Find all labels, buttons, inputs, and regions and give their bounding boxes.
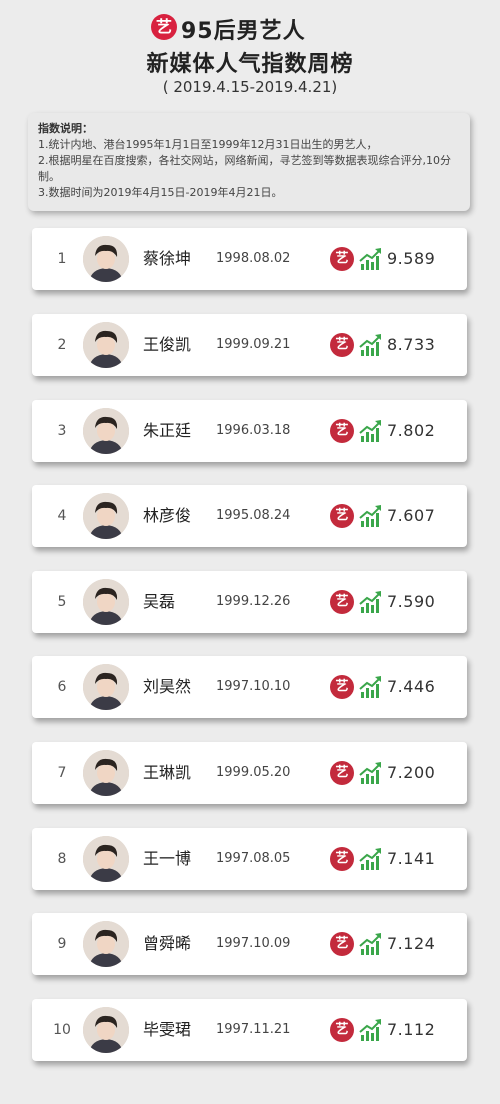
rank-number: 5	[57, 594, 67, 610]
birth-date: 1999.05.20	[216, 765, 291, 780]
description-line: 2.根据明星在百度搜索，各社交网站，网络新闻，寻艺签到等数据表现综合评分,10分…	[38, 154, 451, 183]
rank-number: 4	[57, 508, 67, 524]
ranking-row: 3 朱正廷 1996.03.18 艺 7.802	[32, 400, 467, 462]
yi-logo-icon: 艺	[151, 14, 177, 40]
rank-number: 8	[57, 851, 67, 867]
ranking-row: 6 刘昊然 1997.10.10 艺 7.446	[32, 656, 467, 718]
rank-number: 7	[57, 765, 67, 781]
score-value: 7.141	[387, 849, 436, 868]
birth-date: 1997.08.05	[216, 851, 291, 866]
description-box: 指数说明： 1.统计内地、港台1995年1月1日至1999年12月31日出生的男…	[28, 113, 470, 211]
rank-number: 10	[53, 1022, 71, 1038]
score-value: 9.589	[387, 249, 436, 268]
score-value: 7.802	[387, 421, 436, 440]
rank-number: 3	[57, 423, 67, 439]
person-avatar	[83, 322, 129, 368]
artist-name: 蔡徐坤	[143, 249, 192, 268]
artist-name: 林彦俊	[143, 506, 192, 525]
score-value: 8.733	[387, 335, 436, 354]
description-line: 1.统计内地、港台1995年1月1日至1999年12月31日出生的男艺人，	[38, 138, 378, 151]
person-avatar	[83, 750, 129, 796]
person-avatar	[83, 1007, 129, 1053]
description-title: 指数说明：	[38, 122, 93, 135]
page-title-line2: 新媒体人气指数周榜	[146, 52, 354, 77]
birth-date: 1997.10.10	[216, 679, 291, 694]
yi-logo-icon: 艺	[330, 333, 354, 357]
yi-logo-icon: 艺	[330, 761, 354, 785]
ranking-row: 10 毕雯珺 1997.11.21 艺 7.112	[32, 999, 467, 1061]
birth-date: 1995.08.24	[216, 508, 291, 523]
birth-date: 1998.08.02	[216, 251, 291, 266]
birth-date: 1999.09.21	[216, 337, 291, 352]
score-value: 7.446	[387, 677, 436, 696]
ranking-row: 9 曾舜晞 1997.10.09 艺 7.124	[32, 913, 467, 975]
rank-number: 9	[57, 936, 67, 952]
trend-chart-icon	[359, 932, 383, 956]
person-avatar	[83, 664, 129, 710]
artist-name: 王琳凯	[143, 763, 192, 782]
trend-chart-icon	[359, 590, 383, 614]
yi-logo-icon: 艺	[330, 847, 354, 871]
person-avatar	[83, 921, 129, 967]
trend-chart-icon	[359, 419, 383, 443]
rank-number: 2	[57, 337, 67, 353]
yi-logo-icon: 艺	[330, 247, 354, 271]
trend-chart-icon	[359, 333, 383, 357]
artist-name: 刘昊然	[143, 677, 192, 696]
yi-logo-icon: 艺	[330, 1018, 354, 1042]
birth-date: 1996.03.18	[216, 423, 291, 438]
person-avatar	[83, 408, 129, 454]
artist-name: 王俊凯	[143, 335, 192, 354]
score-value: 7.607	[387, 506, 436, 525]
trend-chart-icon	[359, 247, 383, 271]
trend-chart-icon	[359, 847, 383, 871]
date-range: ( 2019.4.15-2019.4.21)	[162, 78, 338, 96]
person-avatar	[83, 836, 129, 882]
artist-name: 吴磊	[143, 592, 176, 611]
trend-chart-icon	[359, 1018, 383, 1042]
ranking-row: 8 王一博 1997.08.05 艺 7.141	[32, 828, 467, 890]
yi-logo-icon: 艺	[330, 932, 354, 956]
page-title-line1: 95后男艺人	[181, 19, 306, 44]
person-avatar	[83, 493, 129, 539]
artist-name: 毕雯珺	[143, 1020, 192, 1039]
score-value: 7.112	[387, 1020, 436, 1039]
yi-logo-icon: 艺	[330, 675, 354, 699]
trend-chart-icon	[359, 761, 383, 785]
artist-name: 朱正廷	[143, 421, 192, 440]
score-value: 7.124	[387, 934, 436, 953]
artist-name: 王一博	[143, 849, 192, 868]
birth-date: 1997.11.21	[216, 1022, 291, 1037]
ranking-row: 1 蔡徐坤 1998.08.02 艺 9.589	[32, 228, 467, 290]
person-avatar	[83, 579, 129, 625]
ranking-row: 5 吴磊 1999.12.26 艺 7.590	[32, 571, 467, 633]
score-value: 7.590	[387, 592, 436, 611]
birth-date: 1997.10.09	[216, 936, 291, 951]
description-line: 3.数据时间为2019年4月15日-2019年4月21日。	[38, 186, 283, 199]
artist-name: 曾舜晞	[143, 934, 192, 953]
yi-logo-icon: 艺	[330, 504, 354, 528]
birth-date: 1999.12.26	[216, 594, 291, 609]
ranking-row: 7 王琳凯 1999.05.20 艺 7.200	[32, 742, 467, 804]
header: 艺 95后男艺人 新媒体人气指数周榜 ( 2019.4.15-2019.4.21…	[0, 0, 500, 104]
trend-chart-icon	[359, 675, 383, 699]
rank-number: 1	[57, 251, 67, 267]
yi-logo-icon: 艺	[330, 590, 354, 614]
person-avatar	[83, 236, 129, 282]
yi-logo-icon: 艺	[330, 419, 354, 443]
ranking-row: 2 王俊凯 1999.09.21 艺 8.733	[32, 314, 467, 376]
ranking-row: 4 林彦俊 1995.08.24 艺 7.607	[32, 485, 467, 547]
rank-number: 6	[57, 679, 67, 695]
score-value: 7.200	[387, 763, 436, 782]
trend-chart-icon	[359, 504, 383, 528]
